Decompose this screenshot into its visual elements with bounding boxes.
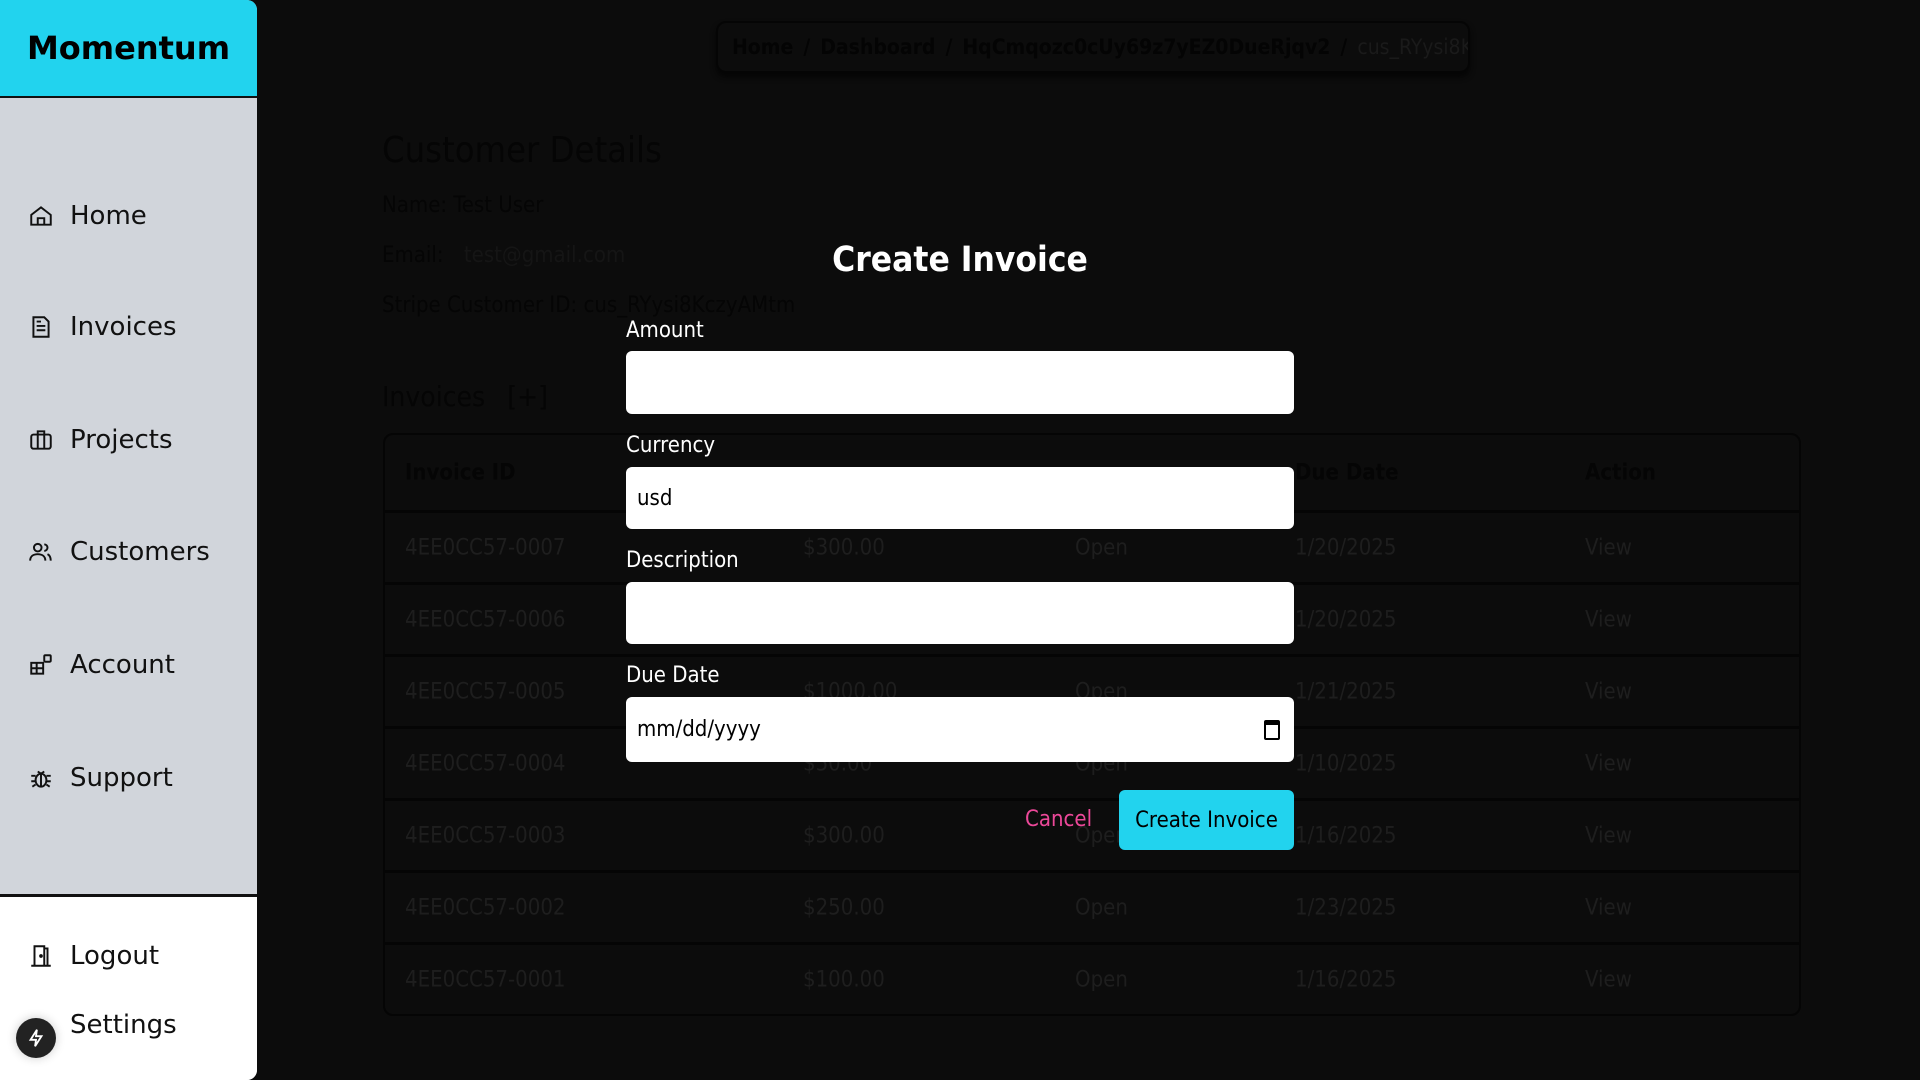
sidebar-item-account[interactable]: Account: [28, 650, 175, 680]
amount-input[interactable]: [626, 351, 1294, 414]
invoice-due-date: 1/16/2025: [1295, 967, 1397, 992]
sidebar-item-label: Account: [70, 650, 175, 680]
sidebar: Momentum Home Invoices Projects Customer…: [0, 0, 257, 1080]
sidebar-item-customers[interactable]: Customers: [28, 537, 210, 567]
header-action: Action: [1585, 460, 1656, 485]
invoices-title: Invoices: [382, 380, 486, 413]
invoice-due-date: 1/10/2025: [1295, 751, 1397, 776]
breadcrumb-dashboard[interactable]: Dashboard: [820, 35, 935, 59]
invoice-id: 4EE0CC57-0001: [405, 967, 566, 992]
account-icon: [30, 654, 52, 675]
sidebar-item-label: Invoices: [70, 312, 177, 342]
invoice-amount: $300.00: [803, 535, 885, 560]
invoice-amount: $300.00: [803, 823, 885, 848]
invoices-heading: Invoices [+]: [382, 380, 548, 413]
customer-name: Name: Test User: [382, 193, 544, 218]
home-icon: [30, 206, 52, 226]
add-invoice-button[interactable]: [+]: [507, 380, 548, 413]
sidebar-item-label: Support: [70, 763, 173, 793]
bolt-button[interactable]: [16, 1018, 56, 1058]
invoice-id: 4EE0CC57-0002: [405, 895, 566, 920]
invoice-status: Open: [1075, 967, 1128, 992]
customer-stripe-id: Stripe Customer ID: cus_RYysi8KczyAMtm: [382, 293, 796, 318]
view-link[interactable]: View: [1585, 823, 1632, 848]
door-icon: [31, 945, 51, 967]
invoice-id: 4EE0CC57-0007: [405, 535, 566, 560]
breadcrumb-home[interactable]: Home: [732, 35, 793, 59]
due-date-placeholder: mm/dd/yyyy: [637, 717, 761, 742]
settings-label: Settings: [70, 1010, 177, 1040]
brand-logo[interactable]: Momentum: [0, 0, 257, 98]
invoice-id: 4EE0CC57-0005: [405, 679, 566, 704]
sidebar-item-projects[interactable]: Projects: [28, 425, 173, 455]
amount-label: Amount: [626, 318, 704, 343]
invoice-due-date: 1/21/2025: [1295, 679, 1397, 704]
breadcrumb-current: cus_RYysi8KczyAMtm: [1357, 35, 1468, 59]
sidebar-item-label: Home: [70, 201, 147, 231]
sidebar-item-label: Customers: [70, 537, 210, 567]
invoice-amount: $100.00: [803, 967, 885, 992]
invoice-status: Open: [1075, 895, 1128, 920]
due-date-input[interactable]: mm/dd/yyyy: [626, 697, 1294, 762]
currency-label: Currency: [626, 433, 716, 458]
description-label: Description: [626, 548, 739, 573]
view-link[interactable]: View: [1585, 967, 1632, 992]
view-link[interactable]: View: [1585, 535, 1632, 560]
description-input[interactable]: [626, 582, 1294, 644]
invoice-id: 4EE0CC57-0004: [405, 751, 566, 776]
modal-title: Create Invoice: [832, 240, 1088, 280]
sidebar-item-support[interactable]: Support: [28, 763, 173, 793]
page-title: Customer Details: [382, 130, 662, 171]
users-icon: [29, 542, 52, 561]
document-icon: [32, 316, 50, 338]
breadcrumb-user[interactable]: HqCmqozc0cUy69z7yEZ0DueRjqv2: [962, 35, 1330, 59]
invoice-due-date: 1/16/2025: [1295, 823, 1397, 848]
table-row: 4EE0CC57-0002 $250.00 Open 1/23/2025 View: [385, 873, 1799, 945]
invoice-status: Open: [1075, 535, 1128, 560]
view-link[interactable]: View: [1585, 679, 1632, 704]
view-link[interactable]: View: [1585, 751, 1632, 776]
header-due-date: Due Date: [1295, 460, 1399, 485]
due-date-label: Due Date: [626, 663, 720, 688]
lightning-icon: [28, 1029, 44, 1047]
invoice-id: 4EE0CC57-0003: [405, 823, 566, 848]
calendar-icon[interactable]: [1264, 719, 1280, 740]
table-row: 4EE0CC57-0001 $100.00 Open 1/16/2025 View: [385, 945, 1799, 1014]
header-invoice-id: Invoice ID: [405, 460, 516, 485]
logout-button[interactable]: Logout: [28, 941, 159, 971]
invoice-amount: $250.00: [803, 895, 885, 920]
invoice-id: 4EE0CC57-0006: [405, 607, 566, 632]
invoice-due-date: 1/20/2025: [1295, 607, 1397, 632]
cancel-button[interactable]: Cancel: [1025, 790, 1092, 850]
invoice-due-date: 1/20/2025: [1295, 535, 1397, 560]
sidebar-item-invoices[interactable]: Invoices: [28, 312, 177, 342]
invoice-due-date: 1/23/2025: [1295, 895, 1397, 920]
bug-icon: [31, 770, 51, 788]
breadcrumb: Home / Dashboard / HqCmqozc0cUy69z7yEZ0Due…: [716, 21, 1470, 73]
view-link[interactable]: View: [1585, 895, 1632, 920]
view-link[interactable]: View: [1585, 607, 1632, 632]
sidebar-item-label: Projects: [70, 425, 173, 455]
briefcase-icon: [30, 430, 52, 450]
create-invoice-button[interactable]: Create Invoice: [1119, 790, 1294, 850]
currency-input[interactable]: [626, 467, 1294, 529]
logout-label: Logout: [70, 941, 160, 971]
sidebar-item-home[interactable]: Home: [28, 201, 147, 231]
